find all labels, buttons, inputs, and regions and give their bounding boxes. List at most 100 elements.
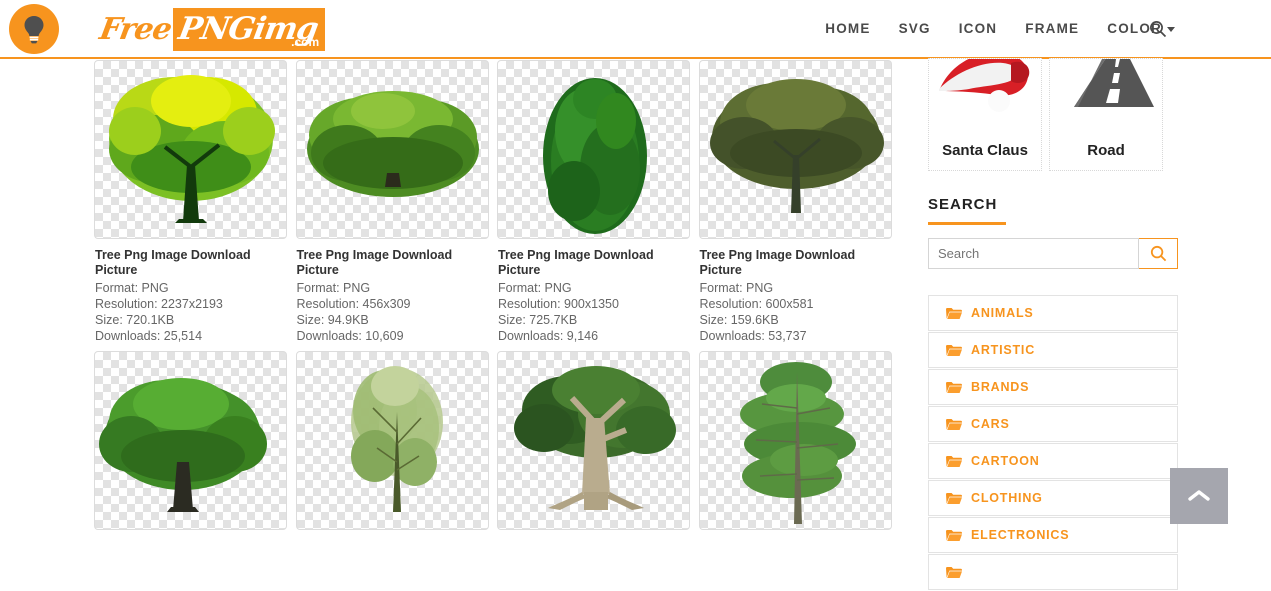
site-header: Free PNGimg .com HOME SVG ICON FRAME COL…: [0, 0, 1271, 59]
folder-icon: [946, 344, 962, 356]
search-icon: [1150, 21, 1167, 38]
gallery-row-2: [94, 351, 900, 530]
tree-image: [739, 362, 856, 524]
folder-icon: [946, 492, 962, 504]
category-item-cartoon[interactable]: CARTOON: [928, 443, 1178, 479]
thumbnail-olive-green-tree[interactable]: [698, 60, 892, 239]
tree-image: [306, 91, 479, 197]
item-metadata: Tree Png Image Download Picture Format: …: [699, 239, 900, 344]
item-resolution: Resolution: 2237x2193: [95, 297, 223, 311]
category-label: BRANDS: [971, 380, 1030, 394]
item-size: Size: 94.9KB: [296, 313, 369, 327]
folder-icon: [946, 566, 962, 578]
featured-card-road[interactable]: Road: [1049, 58, 1163, 171]
category-item-partial[interactable]: [928, 554, 1178, 590]
thumbnail-yellow-green-broad-tree[interactable]: [94, 60, 287, 239]
road-icon: [1074, 59, 1154, 107]
nav-svg[interactable]: SVG: [899, 21, 931, 36]
gallery-item: Tree Png Image Download Picture Format: …: [698, 60, 900, 344]
featured-card-caption: Santa Claus: [942, 142, 1028, 159]
item-size: Size: 159.6KB: [699, 313, 779, 327]
item-format: Format: PNG: [95, 281, 169, 295]
header-search-button[interactable]: [1149, 20, 1167, 43]
folder-icon: [946, 418, 962, 430]
item-size: Size: 725.7KB: [498, 313, 578, 327]
site-logo[interactable]: Free PNGimg .com: [96, 5, 326, 53]
tree-image: [109, 75, 275, 223]
item-format: Format: PNG: [498, 281, 572, 295]
category-item-artistic[interactable]: ARTISTIC: [928, 332, 1178, 368]
thumbnail-dark-green-conifer[interactable]: [497, 60, 690, 239]
nav-frame[interactable]: FRAME: [1025, 21, 1079, 36]
search-input[interactable]: [928, 238, 1139, 269]
thumbnail-thick-trunk-rooted-tree[interactable]: [497, 351, 690, 530]
item-format: Format: PNG: [699, 281, 774, 295]
nav-icon[interactable]: ICON: [959, 21, 998, 36]
category-label: ARTISTIC: [971, 343, 1036, 357]
tree-image: [350, 366, 443, 512]
thumbnail-dense-green-oak[interactable]: [94, 351, 287, 530]
item-resolution: Resolution: 900x1350: [498, 297, 619, 311]
main-navigation: HOME SVG ICON FRAME COLOR: [825, 21, 1175, 36]
search-heading: SEARCH: [928, 196, 998, 213]
thumbnail-tall-slender-tree[interactable]: [698, 351, 892, 530]
search-icon: [1150, 245, 1166, 262]
image-gallery: Tree Png Image Download Picture Format: …: [94, 60, 900, 530]
folder-icon: [946, 381, 962, 393]
lightbulb-badge[interactable]: [9, 4, 59, 54]
featured-cards: Santa Claus Road: [928, 58, 1178, 171]
gallery-item: [698, 351, 900, 530]
item-downloads: Downloads: 10,609: [296, 329, 404, 343]
gallery-item: Tree Png Image Download Picture Format: …: [94, 60, 295, 344]
item-format: Format: PNG: [296, 281, 371, 295]
nav-home[interactable]: HOME: [825, 21, 870, 36]
gallery-item: Tree Png Image Download Picture Format: …: [497, 60, 698, 344]
category-item-cars[interactable]: CARS: [928, 406, 1178, 442]
folder-icon: [946, 529, 962, 541]
thumbnail-sparse-light-green-tree[interactable]: [295, 351, 489, 530]
category-label: CLOTHING: [971, 491, 1043, 505]
tree-image: [709, 79, 884, 213]
search-heading-underline: [928, 222, 1006, 225]
tree-image: [543, 78, 647, 234]
santa-hat-image: [929, 59, 1041, 131]
category-item-clothing[interactable]: CLOTHING: [928, 480, 1178, 516]
item-resolution: Resolution: 600x581: [699, 297, 814, 311]
tree-image: [514, 366, 676, 510]
scroll-to-top-button[interactable]: [1170, 468, 1228, 524]
category-list: ANIMALS ARTISTIC BRANDS CARS CARTOON CLO…: [928, 295, 1178, 590]
logo-free-text: Free: [96, 11, 174, 47]
sidebar-search: [928, 238, 1178, 269]
item-title: Tree Png Image Download Picture: [95, 248, 251, 277]
gallery-item: [295, 351, 497, 530]
folder-icon: [946, 455, 962, 467]
category-item-brands[interactable]: BRANDS: [928, 369, 1178, 405]
featured-card-santa-claus[interactable]: Santa Claus: [928, 58, 1042, 171]
logo-badge: PNGimg .com: [172, 7, 326, 51]
sidebar: Santa Claus Road SEARCH Search ANIMALS A…: [928, 58, 1178, 591]
chevron-down-icon: [1167, 26, 1175, 32]
item-downloads: Downloads: 9,146: [498, 329, 599, 343]
category-item-electronics[interactable]: ELECTRONICS: [928, 517, 1178, 553]
category-label: CARS: [971, 417, 1010, 431]
road-perspective-image: [1050, 59, 1162, 131]
item-metadata: Tree Png Image Download Picture Format: …: [296, 239, 497, 344]
item-downloads: Downloads: 25,514: [95, 329, 203, 343]
item-metadata: Tree Png Image Download Picture Format: …: [497, 239, 698, 344]
category-item-animals[interactable]: ANIMALS: [928, 295, 1178, 331]
chevron-up-icon: [1188, 490, 1210, 501]
lightbulb-icon: [24, 16, 44, 44]
item-title: Tree Png Image Download Picture: [296, 248, 453, 277]
santa-hat-icon: [939, 59, 1030, 112]
category-label: ANIMALS: [971, 306, 1034, 320]
search-submit-button[interactable]: [1139, 238, 1178, 269]
item-title: Tree Png Image Download Picture: [699, 248, 856, 277]
thumbnail-wide-bushy-canopy-tree[interactable]: [295, 60, 489, 239]
item-size: Size: 720.1KB: [95, 313, 175, 327]
category-label: CARTOON: [971, 454, 1040, 468]
item-downloads: Downloads: 53,737: [699, 329, 807, 343]
tree-image: [99, 378, 267, 512]
featured-card-caption: Road: [1087, 142, 1125, 159]
item-metadata: Tree Png Image Download Picture Format: …: [94, 239, 295, 344]
gallery-item: Tree Png Image Download Picture Format: …: [295, 60, 497, 344]
